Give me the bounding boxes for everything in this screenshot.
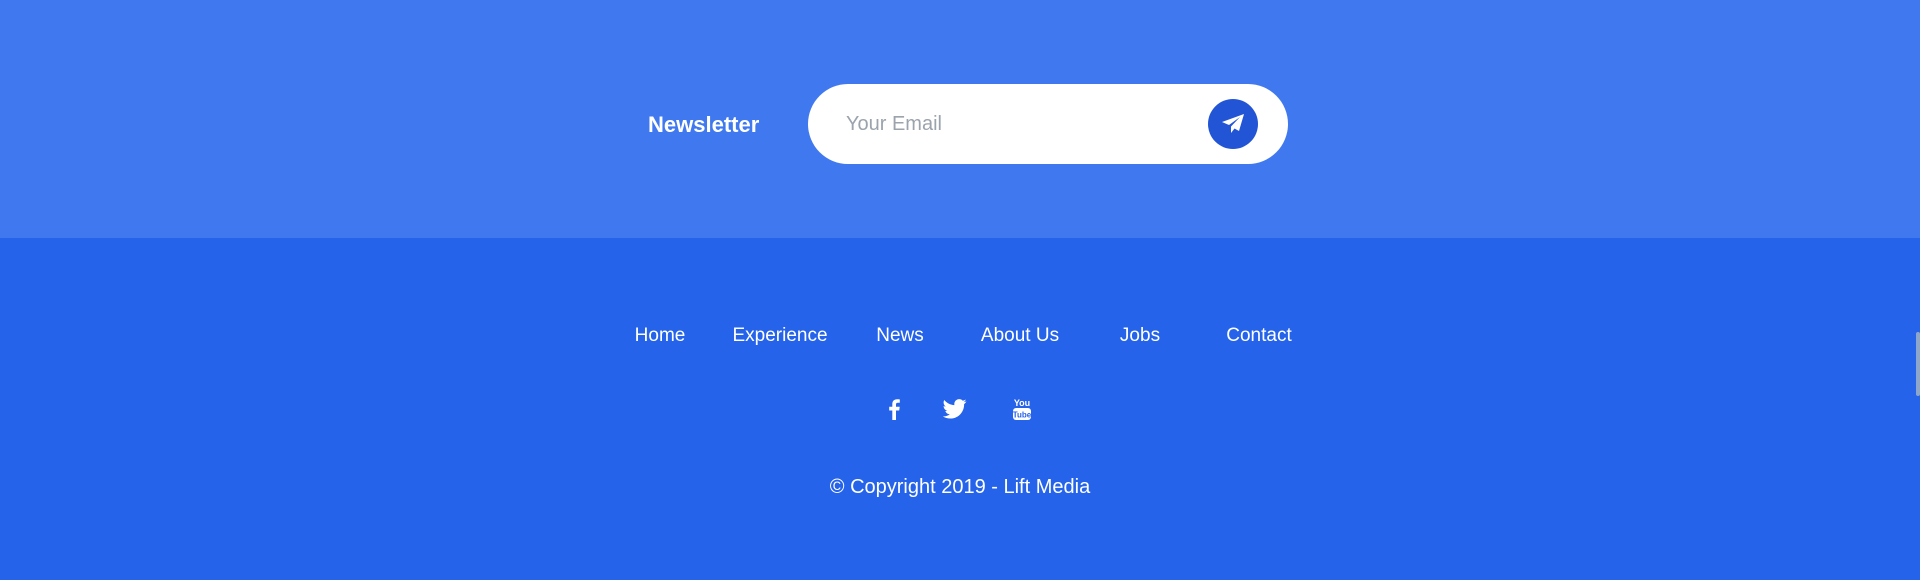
nav-link-experience[interactable]: Experience: [732, 324, 827, 348]
nav-link-home[interactable]: Home: [635, 324, 686, 348]
twitter-icon[interactable]: [940, 396, 970, 422]
svg-text:Tube: Tube: [1013, 411, 1032, 420]
footer-nav: Home Experience News About Us Jobs Conta…: [0, 324, 1920, 348]
email-input[interactable]: [846, 104, 1186, 144]
svg-text:You: You: [1014, 398, 1030, 408]
nav-link-news[interactable]: News: [876, 324, 924, 348]
subscribe-button[interactable]: [1208, 99, 1258, 149]
paper-plane-icon: [1222, 114, 1244, 133]
youtube-icon[interactable]: You Tube: [1007, 396, 1037, 422]
newsletter-label: Newsletter: [648, 112, 760, 137]
nav-link-about-us[interactable]: About Us: [981, 324, 1059, 348]
page: Newsletter Home Experience News About Us…: [0, 0, 1920, 580]
newsletter-section: Newsletter: [0, 0, 1920, 238]
nav-link-jobs[interactable]: Jobs: [1120, 324, 1160, 348]
copyright-text: © Copyright 2019 - Lift Media: [829, 476, 1091, 498]
social-links: You Tube: [0, 396, 1920, 422]
facebook-icon[interactable]: [879, 396, 909, 422]
email-form: [808, 84, 1288, 164]
nav-link-contact[interactable]: Contact: [1226, 324, 1291, 348]
scrollbar-thumb[interactable]: [1916, 332, 1920, 396]
